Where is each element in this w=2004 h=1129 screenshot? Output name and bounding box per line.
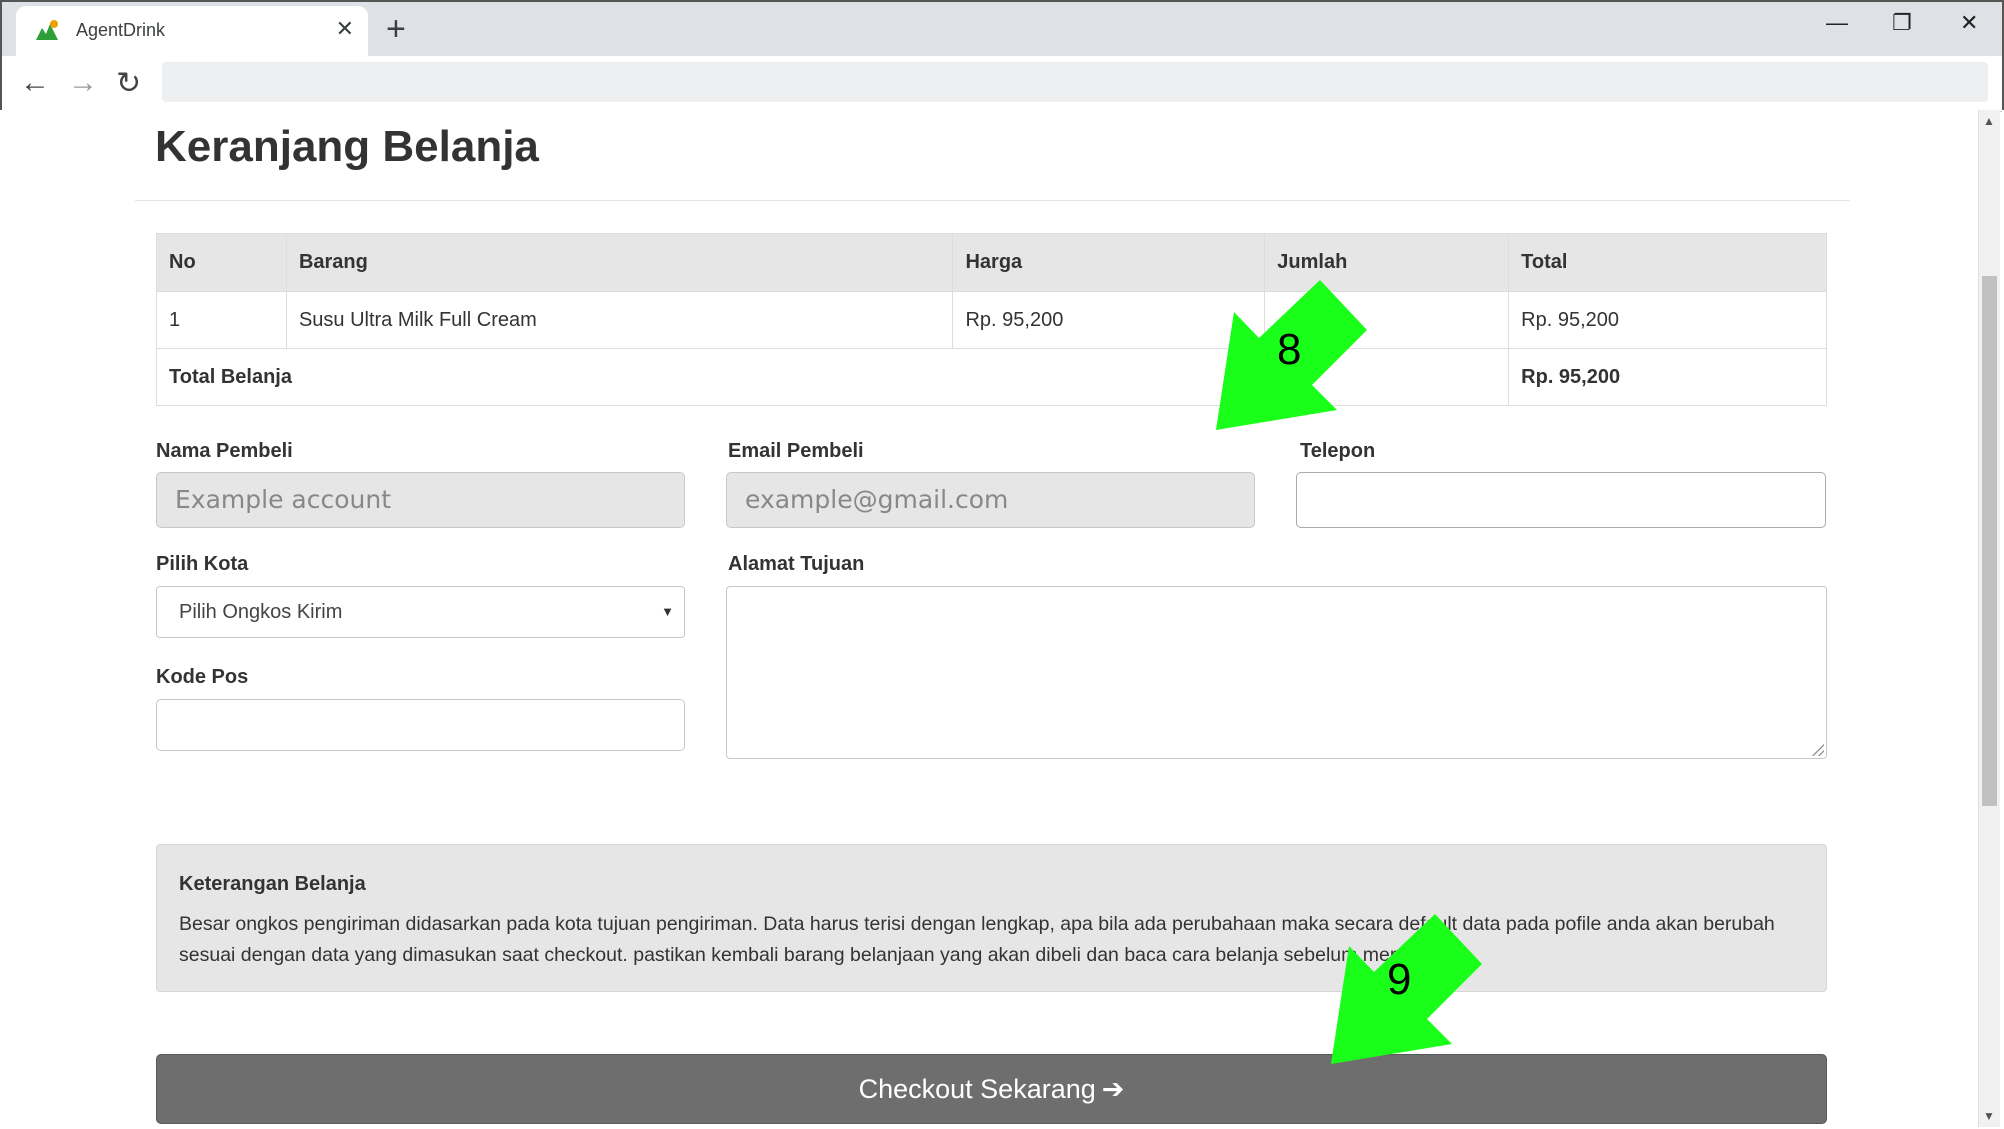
info-title: Keterangan Belanja (179, 873, 366, 895)
city-select[interactable]: Pilih Ongkos Kirim ▼ (156, 586, 685, 638)
phone-input[interactable] (1296, 472, 1826, 528)
summary-row: Total Belanja Rp. 95,200 (155, 348, 1827, 406)
checkout-label: Checkout Sekarang (858, 1074, 1096, 1104)
minimize-button[interactable]: — (1826, 10, 1848, 36)
postal-input[interactable] (156, 699, 685, 751)
tab-close-icon[interactable]: ✕ (336, 16, 354, 42)
city-selected-value: Pilih Ongkos Kirim (179, 601, 343, 623)
address-bar[interactable] (162, 62, 1988, 102)
header-total: Total (1508, 233, 1827, 292)
info-panel: Keterangan Belanja Besar ongkos pengirim… (156, 844, 1827, 992)
checkout-button[interactable]: Checkout Sekarang ➔ (156, 1054, 1827, 1124)
browser-tab[interactable]: AgentDrink ✕ (16, 6, 368, 56)
page-scrollbar[interactable]: ▲ ▼ (1978, 110, 2000, 1127)
city-label: Pilih Kota (156, 553, 249, 575)
annotation-number-8: 8 (1277, 325, 1302, 374)
postal-label: Kode Pos (156, 666, 249, 688)
restore-button[interactable]: ❐ (1892, 10, 1912, 36)
cell-total: Rp. 95,200 (1508, 291, 1827, 349)
arrow-right-icon: ➔ (1101, 1074, 1125, 1104)
new-tab-button[interactable]: + (386, 10, 406, 49)
back-arrow-icon[interactable]: ← (20, 66, 50, 100)
title-divider (135, 200, 1850, 201)
browser-toolbar: ← → ↻ (2, 56, 2002, 112)
agentdrink-logo-icon (36, 20, 58, 40)
chevron-down-icon: ▼ (661, 604, 674, 619)
cart-table: No Barang Harga Jumlah Total 1 Susu Ultr… (155, 233, 1827, 406)
cell-no: 1 (156, 291, 287, 349)
scroll-down-icon[interactable]: ▼ (1983, 1109, 1995, 1123)
page-title: Keranjang Belanja (155, 122, 539, 171)
cell-item: Susu Ultra Milk Full Cream (285, 291, 954, 349)
header-no: No (156, 233, 287, 292)
address-textarea[interactable] (726, 586, 1827, 759)
annotation-number-9: 9 (1387, 955, 1412, 1004)
scroll-up-icon[interactable]: ▲ (1983, 114, 1995, 128)
browser-chrome: AgentDrink ✕ + — ❐ ✕ ← → ↻ (0, 0, 2004, 112)
summary-total: Rp. 95,200 (1508, 348, 1827, 406)
table-row: 1 Susu Ultra Milk Full Cream Rp. 95,200 … (156, 291, 1827, 349)
info-text: Besar ongkos pengiriman didasarkan pada … (179, 913, 1775, 966)
resize-handle-icon[interactable] (1812, 744, 1824, 756)
name-label: Nama Pembeli (156, 440, 293, 462)
header-barang: Barang (285, 233, 954, 292)
scroll-thumb[interactable] (1982, 276, 1997, 806)
email-input[interactable]: example@gmail.com (726, 472, 1255, 528)
forward-arrow-icon[interactable]: → (68, 66, 98, 100)
reload-icon[interactable]: ↻ (116, 66, 141, 101)
name-input[interactable]: Example account (156, 472, 685, 528)
email-label: Email Pembeli (728, 440, 864, 462)
window-close-button[interactable]: ✕ (1960, 10, 1978, 36)
address-label: Alamat Tujuan (728, 553, 865, 575)
tab-title: AgentDrink (76, 20, 166, 40)
cart-header-row: No Barang Harga Jumlah Total (156, 233, 1827, 292)
page-viewport: Keranjang Belanja No Barang Harga Jumlah… (2, 110, 1978, 1127)
